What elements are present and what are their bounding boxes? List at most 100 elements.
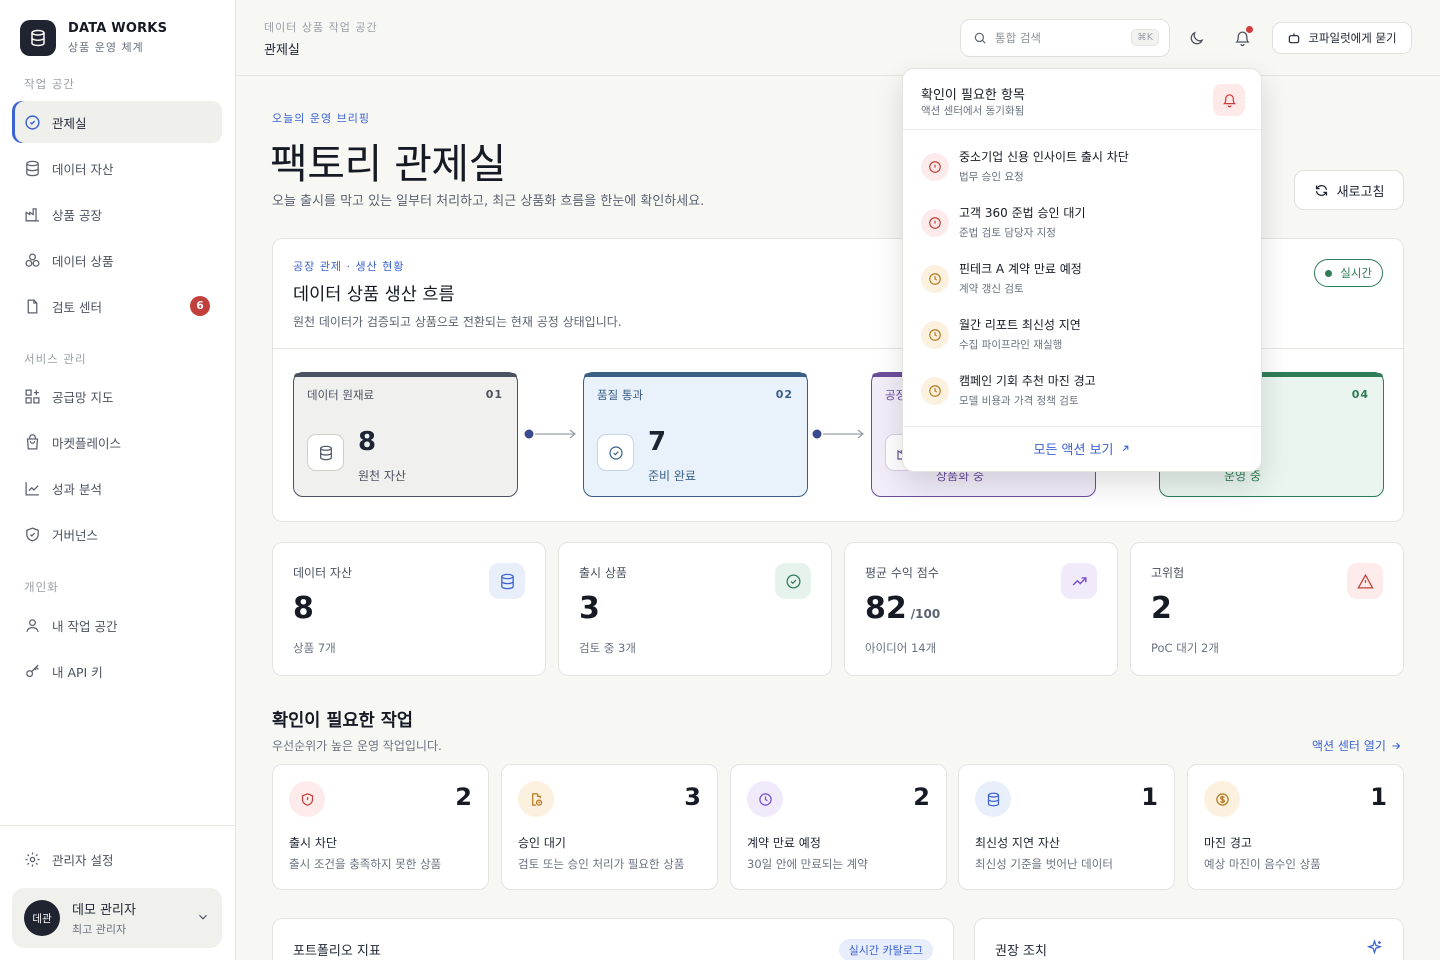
task-card-approval-pending[interactable]: 3 승인 대기 검토 또는 승인 처리가 필요한 상품 bbox=[501, 764, 718, 890]
sidebar-item-supply-map[interactable]: 공급망 지도 bbox=[12, 375, 222, 417]
stage-quality-passed[interactable]: 품질 통과 02 7 준비 완료 bbox=[583, 372, 808, 497]
stage-sub: 준비 완료 bbox=[648, 469, 696, 483]
stage-label: 데이터 원재료 bbox=[307, 388, 375, 402]
sidebar-item-product-factory[interactable]: 상품 공장 bbox=[12, 193, 222, 235]
notification-item[interactable]: 핀테크 A 계약 만료 예정 계약 갱신 검토 bbox=[903, 252, 1261, 308]
brand-name: DATA WORKS bbox=[68, 21, 168, 36]
shield-alert-icon bbox=[289, 781, 325, 817]
open-action-center-link[interactable]: 액션 센터 열기 bbox=[1312, 737, 1402, 754]
chevron-down-icon bbox=[196, 910, 210, 924]
sidebar-item-governance[interactable]: 거버넌스 bbox=[12, 513, 222, 555]
notification-item[interactable]: 중소기업 신용 인사이트 출시 차단 법무 승인 요청 bbox=[903, 140, 1261, 196]
breadcrumb-parent[interactable]: 데이터 상품 작업 공간 bbox=[264, 19, 378, 35]
theme-toggle-button[interactable] bbox=[1180, 22, 1212, 54]
copilot-label: 코파일럿에게 묻기 bbox=[1308, 31, 1397, 45]
trend-icon bbox=[24, 480, 41, 497]
stat-sub: 상품 7개 bbox=[293, 641, 336, 655]
database-icon bbox=[489, 563, 525, 599]
stat-card-high-risk[interactable]: 고위험 2 PoC 대기 2개 bbox=[1130, 542, 1404, 676]
notification-sub: 모델 비용과 가격 정책 검토 bbox=[959, 395, 1079, 407]
sidebar-item-control-room[interactable]: 관제실 bbox=[12, 101, 222, 143]
sidebar-item-api-keys[interactable]: 내 API 키 bbox=[12, 650, 222, 692]
tasks-section-description: 우선순위가 높은 운영 작업입니다. bbox=[272, 739, 442, 753]
flow-eyebrow: 공장 관제 · 생산 현황 bbox=[293, 260, 405, 273]
notification-title: 고객 360 준법 승인 대기 bbox=[959, 206, 1086, 220]
popover-divider bbox=[903, 129, 1261, 130]
task-title: 승인 대기 bbox=[518, 836, 566, 850]
flow-description: 원천 데이터가 검증되고 상품으로 전환되는 현재 공정 상태입니다. bbox=[293, 315, 622, 329]
copilot-button[interactable]: 코파일럿에게 묻기 bbox=[1272, 22, 1412, 54]
refresh-label: 새로고침 bbox=[1336, 184, 1385, 200]
stage-raw-data[interactable]: 데이터 원재료 01 8 원천 자산 bbox=[293, 372, 518, 497]
sidebar-item-data-products[interactable]: 데이터 상품 bbox=[12, 239, 222, 281]
factory-icon bbox=[24, 206, 41, 223]
stat-card-revenue-score[interactable]: 평균 수익 점수 82/100 아이디어 14개 bbox=[844, 542, 1118, 676]
notification-title: 캠페인 기회 추천 마진 경고 bbox=[959, 374, 1096, 388]
task-card-stale-assets[interactable]: 1 최신성 지연 자산 최신성 기준을 벗어난 데이터 bbox=[958, 764, 1175, 890]
database-icon bbox=[307, 434, 344, 471]
sidebar-item-label: 성과 분석 bbox=[52, 481, 102, 497]
notification-item[interactable]: 월간 리포트 최신성 지연 수집 파이프라인 재실행 bbox=[903, 308, 1261, 364]
brand[interactable]: DATA WORKS 상품 운영 체계 bbox=[20, 20, 167, 56]
user-menu[interactable]: 데관 데모 관리자 최고 관리자 bbox=[12, 888, 222, 948]
sidebar-item-label: 상품 공장 bbox=[52, 207, 102, 223]
sidebar-item-label: 내 작업 공간 bbox=[52, 618, 118, 634]
notification-sub: 준법 검토 담당자 지정 bbox=[959, 227, 1056, 239]
clock-icon bbox=[747, 781, 783, 817]
stat-sub: PoC 대기 2개 bbox=[1151, 641, 1219, 655]
file-clock-icon bbox=[518, 781, 554, 817]
sidebar-item-review-center[interactable]: 검토 센터 6 bbox=[12, 285, 222, 327]
admin-settings-link[interactable]: 관리자 설정 bbox=[12, 838, 222, 880]
task-card-launch-blocked[interactable]: 2 출시 차단 출시 조건을 충족하지 못한 상품 bbox=[272, 764, 489, 890]
notification-title: 월간 리포트 최신성 지연 bbox=[959, 318, 1081, 332]
stat-card-launched-products[interactable]: 출시 상품 3 검토 중 3개 bbox=[558, 542, 832, 676]
notification-item[interactable]: 캠페인 기회 추천 마진 경고 모델 비용과 가격 정책 검토 bbox=[903, 364, 1261, 420]
recommended-actions-card: 권장 조치 bbox=[974, 918, 1404, 960]
stat-label: 출시 상품 bbox=[579, 566, 627, 580]
sidebar-item-my-workspace[interactable]: 내 작업 공간 bbox=[12, 604, 222, 646]
task-card-contract-expiring[interactable]: 2 계약 만료 예정 30일 안에 만료되는 계약 bbox=[730, 764, 947, 890]
sidebar-item-data-assets[interactable]: 데이터 자산 bbox=[12, 147, 222, 189]
search-box[interactable]: ⌘K bbox=[960, 19, 1170, 57]
refresh-button[interactable]: 새로고침 bbox=[1294, 170, 1404, 210]
task-count: 1 bbox=[1141, 783, 1158, 811]
live-label: 실시간 bbox=[1340, 266, 1372, 280]
sidebar-item-marketplace[interactable]: 마켓플레이스 bbox=[12, 421, 222, 463]
document-icon bbox=[24, 298, 41, 315]
view-all-actions-link[interactable]: 모든 액션 보기 bbox=[903, 439, 1261, 458]
notifications-button[interactable] bbox=[1226, 22, 1258, 54]
stat-unit: /100 bbox=[910, 607, 941, 621]
portfolio-title: 포트폴리오 지표 bbox=[293, 944, 381, 959]
flow-connector bbox=[524, 429, 577, 439]
search-input[interactable] bbox=[995, 31, 1125, 45]
breadcrumb-current: 관제실 bbox=[264, 43, 300, 58]
sidebar-item-label: 마켓플레이스 bbox=[52, 435, 122, 451]
alert-triangle-icon bbox=[1347, 563, 1383, 599]
user-icon bbox=[24, 617, 41, 634]
page-description: 오늘 출시를 막고 있는 일부터 처리하고, 최근 상품화 흐름을 한눈에 확인… bbox=[272, 194, 705, 209]
sidebar-item-label: 관제실 bbox=[52, 115, 87, 131]
sidebar-item-label: 데이터 자산 bbox=[52, 161, 114, 177]
popover-title: 확인이 필요한 항목 bbox=[921, 88, 1025, 103]
key-icon bbox=[24, 663, 41, 680]
user-role: 최고 관리자 bbox=[72, 923, 127, 936]
sidebar-item-analytics[interactable]: 성과 분석 bbox=[12, 467, 222, 509]
task-count: 3 bbox=[684, 783, 701, 811]
avatar: 데관 bbox=[24, 900, 60, 936]
task-count: 1 bbox=[1370, 783, 1387, 811]
notification-sub: 수집 파이프라인 재실행 bbox=[959, 339, 1063, 351]
notification-item[interactable]: 고객 360 준법 승인 대기 준법 검토 담당자 지정 bbox=[903, 196, 1261, 252]
task-description: 출시 조건을 충족하지 못한 상품 bbox=[289, 857, 442, 871]
database-icon bbox=[20, 20, 56, 56]
trend-up-icon bbox=[1061, 563, 1097, 599]
task-count: 2 bbox=[913, 783, 930, 811]
stat-value: 3 bbox=[579, 591, 600, 626]
briefing-eyebrow: 오늘의 운영 브리핑 bbox=[272, 112, 370, 125]
stat-card-data-assets[interactable]: 데이터 자산 8 상품 7개 bbox=[272, 542, 546, 676]
nav-section-personal: 개인화 bbox=[24, 580, 59, 594]
live-status-badge: 실시간 bbox=[1314, 259, 1383, 287]
stat-label: 평균 수익 점수 bbox=[865, 566, 939, 580]
flow-title: 데이터 상품 생산 흐름 bbox=[293, 285, 455, 305]
task-card-margin-warning[interactable]: 1 마진 경고 예상 마진이 음수인 상품 bbox=[1187, 764, 1404, 890]
stage-sub: 원천 자산 bbox=[358, 469, 406, 483]
